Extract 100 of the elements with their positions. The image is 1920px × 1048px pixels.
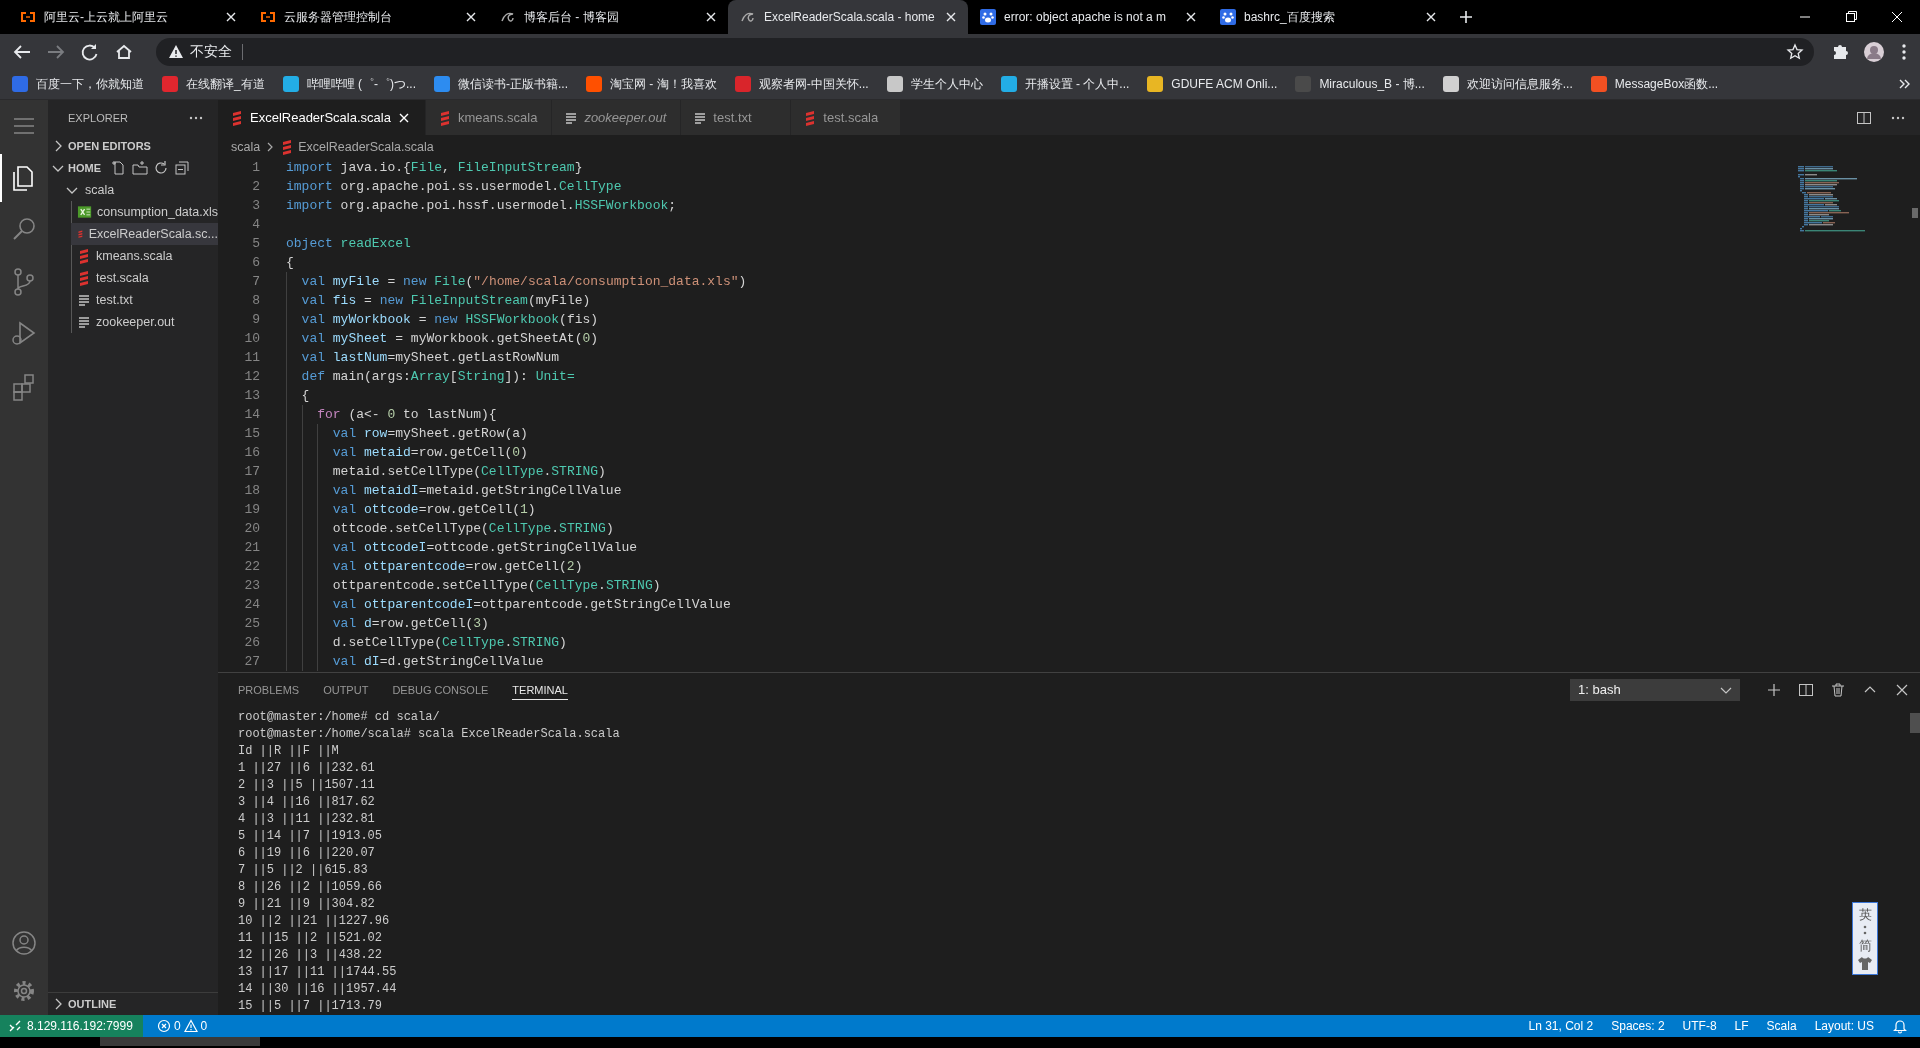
status-item[interactable]: UTF-8 [1682, 1019, 1717, 1033]
bookmark-label: 开播设置 - 个人中... [1024, 75, 1130, 93]
code-line: val row=mySheet.getRow(a) [331, 426, 528, 441]
close-icon[interactable] [1184, 10, 1198, 24]
close-icon[interactable] [224, 10, 238, 24]
status-item[interactable]: Layout: US [1814, 1019, 1874, 1033]
refresh-icon[interactable] [153, 160, 169, 176]
new-file-icon[interactable] [111, 160, 127, 176]
scala-file-icon [230, 109, 244, 126]
scrollbar-thumb[interactable] [100, 1037, 260, 1046]
code-line: val ottcodeI=ottcode.getStringCellValue [331, 540, 638, 555]
tree-item[interactable]: ExcelReaderScala.sc... [71, 223, 218, 245]
split-terminal-icon[interactable] [1798, 681, 1814, 698]
ime-label[interactable]: 英 [1858, 907, 1872, 922]
tab-title: 云服务器管理控制台 [284, 8, 393, 26]
scrollbar-thumb[interactable] [1910, 713, 1920, 733]
section-header[interactable]: OPEN EDITORS [48, 135, 218, 157]
tree-item[interactable]: zookeeper.out [71, 311, 218, 333]
status-item[interactable]: Spaces: 2 [1611, 1019, 1665, 1033]
star-icon[interactable] [1786, 42, 1804, 61]
panel-tab[interactable]: OUTPUT [323, 679, 369, 700]
browser-tab[interactable]: ExcelReaderScala.scala - home [728, 0, 968, 34]
panel-tab[interactable]: TERMINAL [512, 679, 568, 700]
panel-tab[interactable]: DEBUG CONSOLE [392, 679, 489, 700]
browser-tab[interactable]: 阿里云-上云就上阿里云 [8, 0, 248, 34]
terminal-line: 11 ||15 ||2 ||521.02 [238, 930, 383, 947]
tree-item[interactable]: consumption_data.xls [71, 201, 218, 223]
shirt-icon[interactable] [1857, 956, 1873, 970]
tree-item[interactable]: test.scala [71, 267, 218, 289]
plus-icon[interactable] [1766, 681, 1782, 698]
ime-label[interactable]: 简 [1858, 938, 1872, 953]
status-item[interactable]: Ln 31, Col 2 [1528, 1019, 1594, 1033]
line-number: 15 [243, 425, 260, 443]
line-number: 8 [251, 292, 260, 310]
editor-tab[interactable]: ExcelReaderScala.scala [218, 100, 426, 135]
bookmark[interactable]: 百度一下，你就知道 [12, 75, 144, 93]
close-icon[interactable] [704, 10, 718, 24]
status-item[interactable]: Scala [1766, 1019, 1797, 1033]
bookmark[interactable]: 学生个人中心 [886, 75, 983, 93]
code-line: ottcode.setCellType(CellType.STRING) [331, 521, 614, 536]
line-number: 7 [251, 273, 260, 291]
bookmark[interactable]: 在线翻译_有道 [162, 75, 265, 93]
bookmark-label: 学生个人中心 [910, 75, 983, 93]
terminal-line: 7 ||5 ||2 ||615.83 [238, 862, 368, 879]
close-icon[interactable] [944, 10, 958, 24]
editor-tab[interactable]: test.txt [681, 100, 792, 135]
close-icon[interactable] [1424, 10, 1438, 24]
problems-indicator[interactable]: 0 0 [148, 1019, 216, 1033]
bookmark[interactable]: Miraculous_B - 博... [1295, 75, 1425, 93]
breadcrumb[interactable]: scala [231, 139, 261, 154]
paw-icon [980, 9, 996, 25]
code-line: val myFile = new File("/home/scala/consumption_data.xls") [300, 274, 747, 289]
ime-toolbar[interactable]: 英 简 [1852, 902, 1878, 975]
new-tab-icon[interactable] [1458, 9, 1474, 25]
terminal-line: 8 ||26 ||2 ||1059.66 [238, 879, 383, 896]
editor-tab[interactable]: kmeans.scala [425, 100, 553, 135]
line-number: 21 [243, 539, 260, 557]
bell-icon[interactable] [1892, 1018, 1908, 1034]
bookmark[interactable]: 淘宝网 - 淘！我喜欢 [586, 75, 717, 93]
scrollbar-thumb[interactable] [1912, 208, 1918, 218]
bookmark[interactable]: MessageBox函数... [1590, 75, 1719, 93]
section-header[interactable]: HOME [48, 157, 218, 179]
trash-icon[interactable] [1830, 681, 1846, 698]
code-line: object readExcel [286, 236, 411, 251]
remote-indicator[interactable]: 8.129.116.192:7999 [0, 1015, 143, 1037]
collapse-all-icon[interactable] [174, 160, 190, 176]
browser-tab[interactable]: 博客后台 - 博客园 [488, 0, 728, 34]
bookmark[interactable]: 欢迎访问信息服务... [1442, 75, 1573, 93]
bookmark[interactable]: 微信读书-正版书籍... [434, 75, 568, 93]
tree-item[interactable]: scala [48, 179, 218, 201]
close-icon[interactable] [464, 10, 478, 24]
editor-tab[interactable]: zookeeper.out [552, 100, 682, 135]
browser-tab[interactable]: 云服务器管理控制台 [248, 0, 488, 34]
bookmark[interactable]: 开播设置 - 个人中... [1000, 75, 1130, 93]
address-bar[interactable]: 不安全 [156, 37, 1814, 66]
tree-item[interactable]: kmeans.scala [71, 245, 218, 267]
warning-icon [183, 1019, 198, 1033]
editor-tab[interactable]: test.scala [791, 100, 902, 135]
code-line: import org.apache.poi.ss.usermodel.CellType [286, 179, 622, 194]
status-item[interactable]: LF [1734, 1019, 1749, 1033]
tab-title: 博客后台 - 博客园 [524, 8, 620, 26]
new-folder-icon[interactable] [132, 160, 148, 176]
bookmark[interactable]: 哔哩哔哩 (゜-゜)つ... [282, 75, 416, 93]
code-line: import org.apache.poi.hssf.usermodel.HSSFWorkbook; [286, 198, 677, 213]
tab-title: ExcelReaderScala.scala - home [764, 10, 936, 24]
tree-item[interactable]: test.txt [71, 289, 218, 311]
terminal-dropdown[interactable]: 1: bash [1570, 678, 1740, 701]
text-file-icon [77, 314, 91, 330]
bookmark[interactable]: GDUFE ACM Onli... [1147, 76, 1278, 92]
code-line: ottparentcode.setCellType(CellType.STRING) [331, 578, 661, 593]
bookmark[interactable]: 观察者网-中国关怀... [734, 75, 869, 93]
panel-tab[interactable]: PROBLEMS [238, 679, 300, 700]
split-editor-icon[interactable] [1856, 109, 1872, 126]
browser-tab[interactable]: error: object apache is not a m [968, 0, 1208, 34]
breadcrumb[interactable]: ExcelReaderScala.scala [280, 138, 434, 155]
browser-tab[interactable]: bashrc_百度搜索 [1208, 0, 1448, 34]
bookmark-label: 微信读书-正版书籍... [458, 75, 568, 93]
line-number: 26 [243, 634, 260, 652]
terminal-line: root@master:/home/scala# scala ExcelReaderScala.scala [238, 726, 620, 743]
bookmark-label: 在线翻译_有道 [186, 75, 265, 93]
